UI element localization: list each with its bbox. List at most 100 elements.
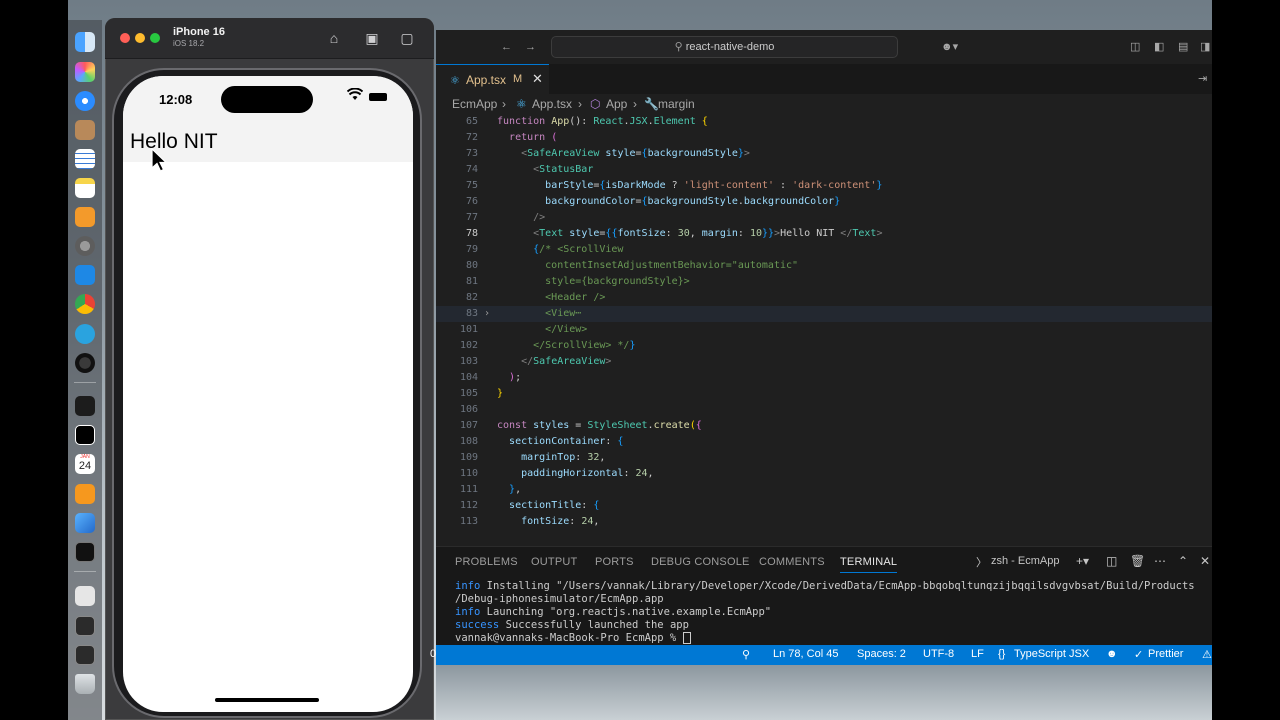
close-window-button[interactable] — [120, 33, 130, 43]
vscode-icon[interactable] — [75, 265, 95, 285]
code-line: 103 </SafeAreaView> — [459, 356, 612, 367]
battery-icon — [369, 93, 387, 101]
code-line: 75 barStyle={isDarkMode ? 'light-content… — [465, 180, 883, 191]
terminal-name[interactable]: zsh - EcmApp — [991, 555, 1059, 567]
close-panel-icon[interactable]: ✕ — [1200, 554, 1210, 568]
window2-icon[interactable] — [75, 645, 95, 665]
chevron-right-icon: › — [633, 97, 637, 111]
code-line: 76 backgroundColor={backgroundStyle.back… — [465, 196, 841, 207]
back-arrow-icon[interactable]: ← — [501, 40, 512, 54]
notes-icon[interactable] — [75, 178, 95, 198]
language-mode[interactable]: TypeScript JSX — [1014, 648, 1089, 660]
app-icon[interactable] — [75, 396, 95, 416]
breadcrumb-item-property[interactable]: margin — [658, 97, 695, 111]
terminal-icon: 〉 — [976, 557, 987, 569]
simulator-window: iPhone 16 iOS 18.2 ⌂ ▣ ▢ 12:08 Hello NIT — [105, 18, 434, 720]
breadcrumb: EcmApp › ⚛ App.tsx › ⬡ App › 🔧 margin — [436, 94, 1212, 114]
copilot-status-icon[interactable]: ☻ — [1106, 648, 1118, 660]
encoding[interactable]: UTF-8 — [923, 648, 954, 660]
toggle-sidebar-icon[interactable]: ◧ — [1154, 40, 1164, 54]
code-line: 101 </View> — [459, 324, 588, 335]
screenshot-icon[interactable]: ▣ — [362, 28, 382, 48]
code-line: 111 }, — [459, 484, 522, 495]
fold-chevron-icon[interactable]: › — [484, 306, 490, 322]
minimize-window-button[interactable] — [135, 33, 145, 43]
breadcrumb-item-file[interactable]: App.tsx — [532, 97, 572, 111]
tab-ports[interactable]: PORTS — [595, 556, 634, 568]
search-icon: ⚲ — [674, 41, 683, 53]
cursor-position[interactable]: Ln 78, Col 45 — [773, 648, 838, 660]
status-left[interactable]: 0 — [430, 648, 436, 660]
tab-label: App.tsx — [466, 73, 507, 87]
home-icon[interactable]: ⌂ — [324, 28, 344, 48]
terminal-output[interactable]: info Installing "/Users/vannak/Library/D… — [455, 580, 1195, 645]
obs-icon[interactable] — [75, 353, 95, 373]
code-line: 110 paddingHorizontal: 24, — [459, 468, 654, 479]
vscode-window: ← → ⚲ react-native-demo ☻▾ ◫ ◧ ▤ ◨ ⚛ App… — [430, 30, 1212, 720]
window-icon[interactable] — [75, 616, 95, 636]
close-tab-icon[interactable]: ✕ — [532, 71, 543, 87]
tab-debug-console[interactable]: DEBUG CONSOLE — [651, 556, 750, 568]
finder-icon[interactable] — [75, 32, 95, 52]
code-line-active: 78 <Text style={{fontSize: 30, margin: 1… — [465, 228, 883, 239]
notifications-icon[interactable]: ⚠ — [1202, 648, 1212, 661]
tab-terminal[interactable]: TERMINAL — [840, 556, 898, 573]
tab-comments[interactable]: COMMENTS — [759, 556, 825, 568]
trash-icon[interactable] — [75, 674, 95, 694]
launchpad-icon[interactable] — [75, 62, 95, 82]
rotate-icon[interactable]: ▢ — [397, 28, 417, 48]
zoom-icon[interactable]: ⚲ — [742, 648, 750, 661]
indentation[interactable]: Spaces: 2 — [857, 648, 906, 660]
tab-problems[interactable]: PROBLEMS — [455, 556, 518, 568]
terminal-icon[interactable] — [75, 542, 95, 562]
chrome-icon[interactable] — [75, 294, 95, 314]
breadcrumb-item-symbol[interactable]: App — [606, 97, 627, 111]
settings-icon[interactable] — [75, 236, 95, 256]
check-icon: ✓ — [1134, 649, 1144, 661]
vscode-titlebar: ← → ⚲ react-native-demo ☻▾ ◫ ◧ ▤ ◨ — [436, 30, 1212, 65]
forward-arrow-icon[interactable]: → — [525, 40, 536, 54]
open-changes-icon[interactable]: ⇥ — [1198, 72, 1207, 86]
telegram-icon[interactable] — [75, 324, 95, 344]
braces-icon: {} — [998, 648, 1006, 660]
toggle-panel-icon[interactable]: ◫ — [1130, 40, 1140, 54]
hello-text: Hello NIT — [130, 130, 218, 153]
search-text: react-native-demo — [685, 41, 775, 53]
reminders-icon[interactable] — [75, 149, 95, 169]
code-line: 105} — [459, 388, 504, 399]
contacts-icon[interactable] — [75, 120, 95, 140]
preview-icon[interactable] — [75, 586, 95, 606]
breadcrumb-item-folder[interactable]: EcmApp — [452, 97, 497, 111]
wrench-icon: 🔧 — [644, 97, 659, 111]
tab-app-tsx[interactable]: ⚛ App.tsx M ✕ — [436, 64, 549, 94]
command-center-search[interactable]: ⚲ react-native-demo — [551, 36, 898, 58]
dock-separator-2 — [74, 571, 96, 572]
simulator-titlebar: iPhone 16 iOS 18.2 ⌂ ▣ ▢ — [105, 18, 434, 59]
zoom-window-button[interactable] — [150, 33, 160, 43]
safari-icon[interactable] — [75, 91, 95, 111]
copilot-icon[interactable]: ☻▾ — [941, 40, 958, 54]
calendar-icon[interactable]: JAN 24 — [75, 454, 95, 474]
capcut-icon[interactable] — [75, 425, 95, 445]
xcode-icon[interactable] — [75, 513, 95, 533]
code-line: 73 <SafeAreaView style={backgroundStyle}… — [465, 148, 750, 159]
pages-icon[interactable] — [75, 207, 95, 227]
split-terminal-icon[interactable]: ◫ — [1106, 554, 1117, 568]
code-line: 104 ); — [459, 372, 522, 383]
prettier-status[interactable]: Prettier — [1148, 648, 1183, 660]
code-editor[interactable]: 65 function App(): React.JSX.Element { 72… — [436, 114, 1212, 546]
sublime-icon[interactable] — [75, 484, 95, 504]
chevron-right-icon: › — [578, 97, 582, 111]
react-file-icon: ⚛ — [450, 75, 460, 87]
toggle-bottom-panel-icon[interactable]: ▤ — [1178, 40, 1188, 54]
tab-output[interactable]: OUTPUT — [531, 556, 577, 568]
iphone-screen[interactable]: 12:08 Hello NIT — [123, 76, 413, 712]
status-time: 12:08 — [159, 92, 193, 107]
trash-icon[interactable]: 🗑 — [1130, 554, 1145, 568]
home-indicator[interactable] — [215, 698, 319, 702]
new-terminal-icon[interactable]: +▾ — [1076, 554, 1089, 568]
customize-layout-icon[interactable]: ◨ — [1200, 40, 1210, 54]
more-icon[interactable]: ⋯ — [1154, 554, 1166, 568]
maximize-panel-icon[interactable]: ⌃ — [1178, 554, 1188, 568]
line-ending[interactable]: LF — [971, 648, 984, 660]
